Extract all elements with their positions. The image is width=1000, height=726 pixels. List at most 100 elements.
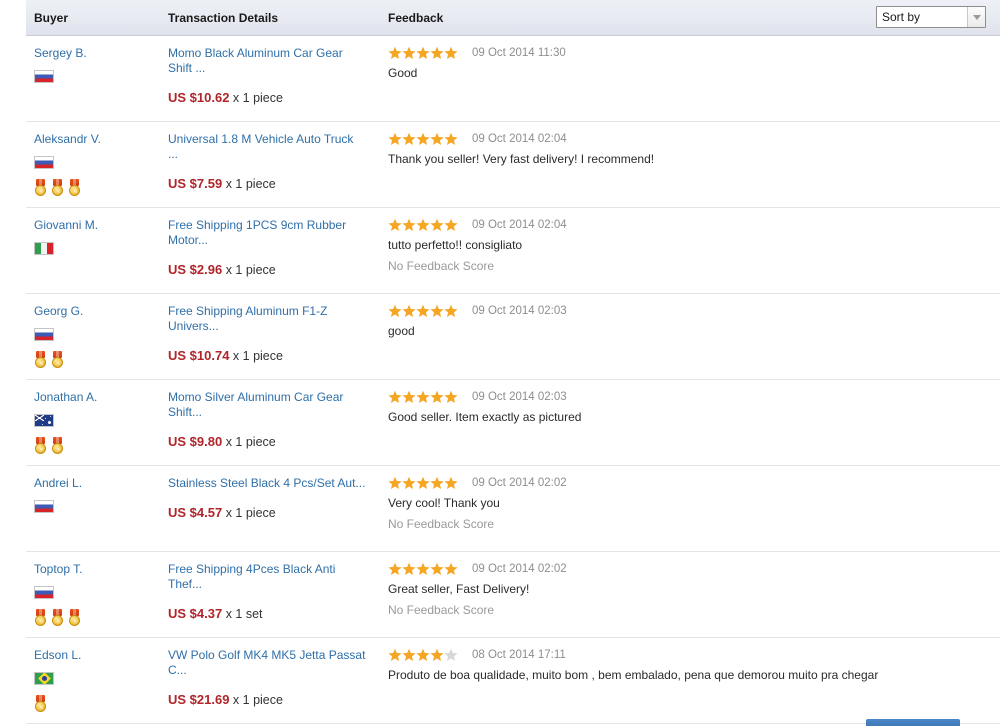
feedback-comment: Thank you seller! Very fast delivery! I … bbox=[388, 152, 655, 166]
star-icon bbox=[444, 562, 458, 576]
price-amount: US $9.80 bbox=[168, 434, 223, 449]
feedback-comment: tutto perfetto!! consigliato bbox=[388, 238, 523, 252]
star-rating bbox=[388, 304, 458, 318]
feedback-date: 09 Oct 2014 02:03 bbox=[472, 391, 567, 403]
medal-icon bbox=[68, 179, 81, 196]
feedback-date: 09 Oct 2014 02:04 bbox=[472, 219, 567, 231]
chevron-down-icon[interactable] bbox=[967, 7, 985, 27]
star-rating bbox=[388, 218, 458, 232]
buyer-name-link[interactable]: Georg G. bbox=[34, 304, 168, 318]
table-row: Andrei L. Stainless Steel Black 4 Pcs/Set… bbox=[26, 466, 1000, 552]
row-buyer-cell: Andrei L. bbox=[26, 476, 168, 543]
table-row: Jonathan A. Momo Silver Aluminum Car Gear… bbox=[26, 380, 1000, 466]
buyer-name-link[interactable]: Giovanni M. bbox=[34, 218, 168, 232]
row-transaction-cell: Momo Silver Aluminum Car Gear Shift... US… bbox=[168, 390, 388, 457]
feedback-score-note: No Feedback Score bbox=[388, 517, 495, 531]
country-flag-icon bbox=[34, 500, 54, 514]
price-amount: US $21.69 bbox=[168, 692, 230, 707]
row-transaction-cell: Free Shipping 4Pces Black Anti Thef... US… bbox=[168, 562, 388, 629]
buyer-name-link[interactable]: Andrei L. bbox=[34, 476, 168, 490]
price-amount: US $4.57 bbox=[168, 505, 223, 520]
item-title-link[interactable]: Free Shipping 1PCS 9cm Rubber Motor... bbox=[168, 218, 366, 248]
feedback-comment: Good seller. Item exactly as pictured bbox=[388, 410, 582, 424]
row-feedback-cell: 09 Oct 2014 02:02 Great seller, Fast Deli… bbox=[388, 562, 1000, 629]
row-feedback-cell: 09 Oct 2014 02:03 good bbox=[388, 304, 1000, 371]
feedback-date: 09 Oct 2014 02:02 bbox=[472, 477, 567, 489]
price-line: US $4.57 x 1 piece bbox=[168, 505, 366, 520]
price-quantity: x 1 piece bbox=[225, 506, 276, 520]
star-icon bbox=[388, 132, 402, 146]
buyer-name-link[interactable]: Sergey B. bbox=[34, 46, 168, 60]
medal-icon bbox=[51, 351, 64, 368]
item-title-link[interactable]: Free Shipping 4Pces Black Anti Thef... bbox=[168, 562, 366, 592]
sort-by-label: Sort by bbox=[882, 10, 921, 24]
feedback-rating-row: 09 Oct 2014 02:03 bbox=[388, 304, 1000, 318]
star-icon bbox=[416, 132, 430, 146]
row-buyer-cell: Edson L. bbox=[26, 648, 168, 715]
row-feedback-cell: 08 Oct 2014 17:11 Produto de boa qualidad… bbox=[388, 648, 1000, 715]
item-title-link[interactable]: Stainless Steel Black 4 Pcs/Set Aut... bbox=[168, 476, 366, 491]
table-row: Sergey B. Momo Black Aluminum Car Gear Sh… bbox=[26, 36, 1000, 122]
price-quantity: x 1 piece bbox=[225, 263, 276, 277]
star-icon bbox=[416, 218, 430, 232]
medal-icon bbox=[51, 609, 64, 626]
star-rating bbox=[388, 46, 458, 60]
item-title-link[interactable]: Momo Black Aluminum Car Gear Shift ... bbox=[168, 46, 366, 76]
price-line: US $4.37 x 1 set bbox=[168, 606, 366, 621]
star-icon bbox=[430, 562, 444, 576]
item-title-link[interactable]: Momo Silver Aluminum Car Gear Shift... bbox=[168, 390, 366, 420]
buyer-name-link[interactable]: Jonathan A. bbox=[34, 390, 168, 404]
row-feedback-cell: 09 Oct 2014 11:30 Good bbox=[388, 46, 1000, 113]
star-icon bbox=[388, 476, 402, 490]
price-quantity: x 1 piece bbox=[225, 177, 276, 191]
medal-icon bbox=[34, 351, 47, 368]
feedback-comment: Very cool! Thank you bbox=[388, 496, 500, 510]
seller-medals bbox=[34, 609, 168, 626]
star-icon bbox=[416, 304, 430, 318]
pagination-bar-partial[interactable] bbox=[866, 719, 960, 726]
feedback-rating-row: 09 Oct 2014 11:30 bbox=[388, 46, 1000, 60]
feedback-row-list: Sergey B. Momo Black Aluminum Car Gear Sh… bbox=[26, 36, 1000, 724]
feedback-comment: Good bbox=[388, 66, 418, 80]
row-transaction-cell: Free Shipping Aluminum F1-Z Univers... US… bbox=[168, 304, 388, 371]
buyer-name-link[interactable]: Edson L. bbox=[34, 648, 168, 662]
feedback-comment: Great seller, Fast Delivery! bbox=[388, 582, 530, 596]
item-title-link[interactable]: Free Shipping Aluminum F1-Z Univers... bbox=[168, 304, 366, 334]
sort-by-dropdown[interactable]: Sort by bbox=[876, 6, 986, 28]
price-line: US $7.59 x 1 piece bbox=[168, 176, 366, 191]
seller-medals bbox=[34, 437, 168, 454]
seller-medals bbox=[34, 695, 168, 712]
star-icon bbox=[430, 648, 444, 662]
buyer-name-link[interactable]: Aleksandr V. bbox=[34, 132, 168, 146]
country-flag-icon bbox=[34, 242, 54, 256]
feedback-page: Buyer Transaction Details Feedback Sort … bbox=[0, 0, 1000, 726]
star-icon bbox=[444, 476, 458, 490]
star-rating bbox=[388, 648, 458, 662]
star-icon bbox=[416, 562, 430, 576]
item-title-link[interactable]: VW Polo Golf MK4 MK5 Jetta Passat C... bbox=[168, 648, 366, 678]
feedback-rating-row: 09 Oct 2014 02:04 bbox=[388, 218, 1000, 232]
star-icon bbox=[402, 390, 416, 404]
country-flag-icon bbox=[34, 672, 54, 686]
star-icon bbox=[444, 304, 458, 318]
star-icon bbox=[430, 46, 444, 60]
star-icon bbox=[430, 132, 444, 146]
price-amount: US $10.62 bbox=[168, 90, 230, 105]
star-rating bbox=[388, 132, 458, 146]
star-icon bbox=[388, 304, 402, 318]
column-header-buyer: Buyer bbox=[34, 11, 69, 25]
item-title-link[interactable]: Universal 1.8 M Vehicle Auto Truck ... bbox=[168, 132, 366, 162]
row-feedback-cell: 09 Oct 2014 02:03 Good seller. Item exact… bbox=[388, 390, 1000, 457]
feedback-date: 09 Oct 2014 02:03 bbox=[472, 305, 567, 317]
country-flag-icon bbox=[34, 70, 54, 84]
row-transaction-cell: Universal 1.8 M Vehicle Auto Truck ... US… bbox=[168, 132, 388, 199]
table-row: Giovanni M. Free Shipping 1PCS 9cm Rubber… bbox=[26, 208, 1000, 294]
row-buyer-cell: Sergey B. bbox=[26, 46, 168, 113]
star-icon bbox=[388, 648, 402, 662]
row-feedback-cell: 09 Oct 2014 02:02 Very cool! Thank you No … bbox=[388, 476, 1000, 543]
buyer-name-link[interactable]: Toptop T. bbox=[34, 562, 168, 576]
row-transaction-cell: VW Polo Golf MK4 MK5 Jetta Passat C... US… bbox=[168, 648, 388, 715]
feedback-comment: Produto de boa qualidade, muito bom , be… bbox=[388, 668, 879, 682]
table-row: Edson L. VW Polo Golf MK4 MK5 Jetta Passa… bbox=[26, 638, 1000, 724]
star-icon bbox=[416, 46, 430, 60]
